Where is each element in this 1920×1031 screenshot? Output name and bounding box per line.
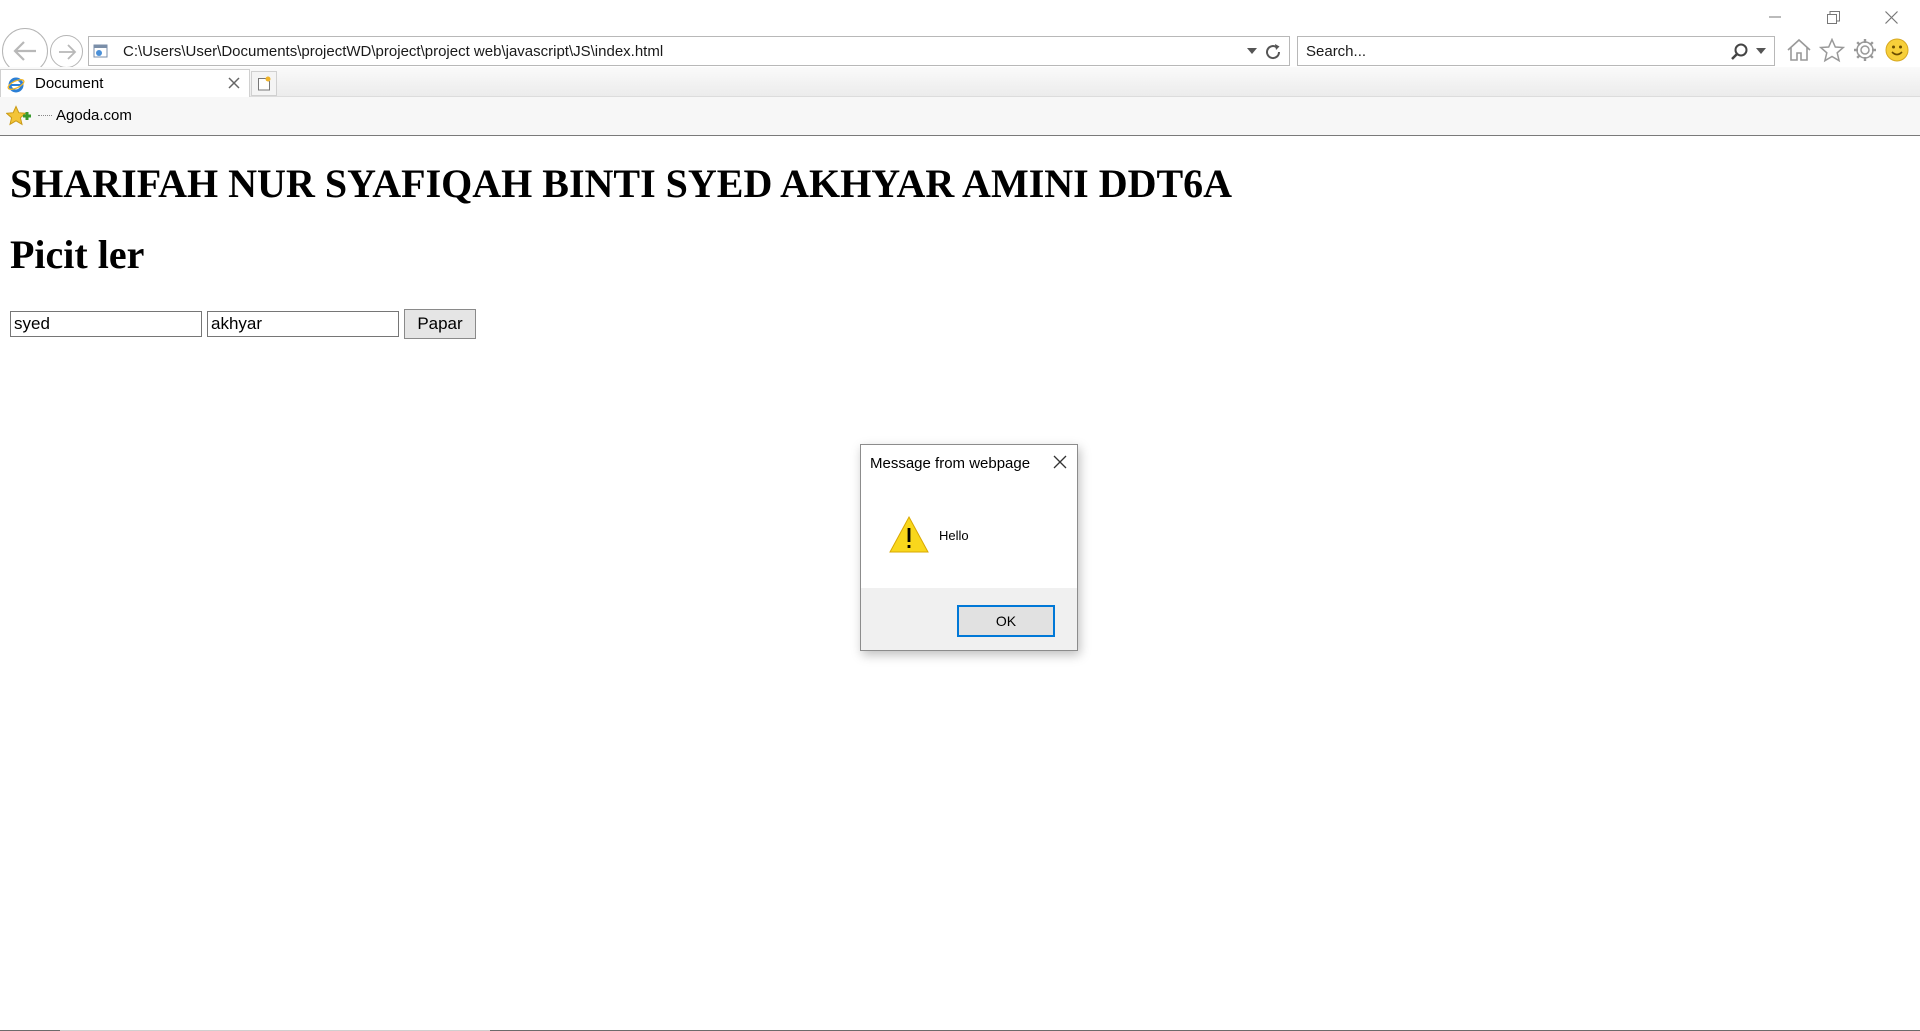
- home-icon: [1787, 38, 1811, 61]
- alert-dialog: Message from webpage Hello OK: [860, 444, 1078, 651]
- feedback-button[interactable]: [1882, 35, 1912, 65]
- magnifier-icon[interactable]: [1730, 42, 1750, 62]
- warning-icon: [889, 515, 929, 553]
- input-form: Papar: [10, 309, 1232, 339]
- tab-title: Document: [35, 75, 104, 92]
- favorite-agoda[interactable]: Agoda.com: [38, 107, 132, 124]
- page-heading-name: SHARIFAH NUR SYAFIQAH BINTI SYED AKHYAR …: [10, 161, 1233, 206]
- home-button[interactable]: [1784, 35, 1814, 65]
- dialog-message: Hello: [939, 528, 969, 543]
- address-url[interactable]: C:\Users\User\Documents\projectWD\projec…: [123, 43, 663, 60]
- forward-arrow-icon: [58, 43, 76, 60]
- papar-button[interactable]: Papar: [404, 309, 476, 339]
- address-bar[interactable]: C:\Users\User\Documents\projectWD\projec…: [88, 36, 1290, 66]
- new-tab-icon: [258, 76, 271, 91]
- favorite-label: Agoda.com: [56, 107, 132, 124]
- search-dropdown-icon[interactable]: [1756, 48, 1766, 54]
- last-name-input[interactable]: [207, 311, 399, 337]
- star-icon: [1819, 37, 1845, 62]
- page-icon: [93, 44, 108, 58]
- search-input[interactable]: [1298, 37, 1706, 65]
- refresh-icon[interactable]: [1263, 42, 1283, 62]
- ok-button[interactable]: OK: [957, 605, 1055, 637]
- forward-button[interactable]: [50, 35, 83, 68]
- page-heading-subtitle: Picit ler: [10, 232, 145, 277]
- favicon-placeholder-icon: [38, 114, 52, 119]
- favorites-button[interactable]: [1817, 35, 1847, 65]
- page-content: SHARIFAH NUR SYAFIQAH BINTI SYED AKHYAR …: [10, 136, 1232, 339]
- ie-logo-icon: [7, 77, 25, 93]
- gear-icon: [1854, 39, 1876, 61]
- search-box[interactable]: [1297, 36, 1775, 66]
- tab-close-icon[interactable]: [225, 74, 243, 92]
- favorites-bar: Agoda.com: [0, 97, 1920, 136]
- dialog-close-icon[interactable]: [1051, 453, 1069, 471]
- smiley-icon: [1885, 38, 1909, 62]
- new-tab-button[interactable]: [251, 71, 277, 96]
- tab-strip: Document: [0, 67, 1920, 97]
- favorites-star-icon[interactable]: [6, 105, 32, 129]
- tab-document[interactable]: Document: [0, 69, 250, 97]
- address-dropdown-icon[interactable]: [1247, 48, 1257, 54]
- back-arrow-icon: [13, 41, 36, 61]
- dialog-title: Message from webpage: [870, 455, 1031, 472]
- first-name-input[interactable]: [10, 311, 202, 337]
- tools-button[interactable]: [1850, 35, 1880, 65]
